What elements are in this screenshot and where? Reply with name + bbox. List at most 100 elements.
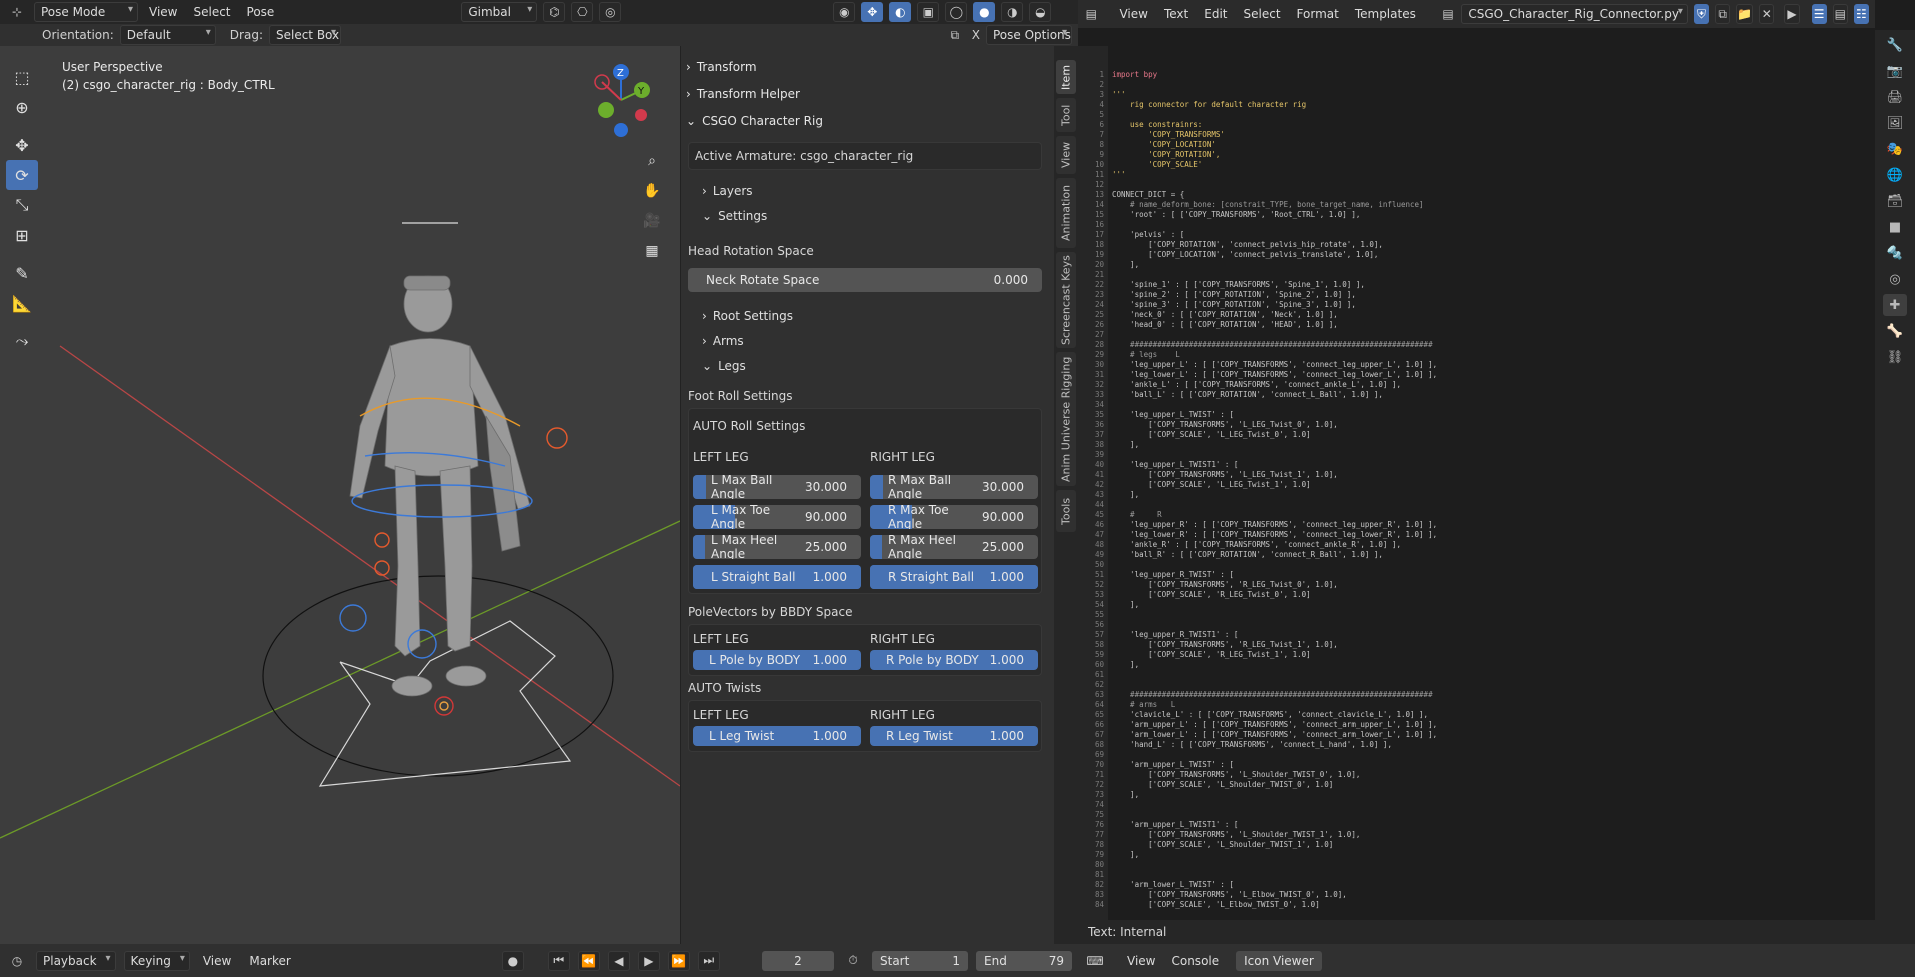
scale-tool-icon[interactable]: ⤡ [6,190,38,220]
fake-user-shield-icon[interactable]: ⛨ [1693,4,1710,24]
line-numbers-icon[interactable]: ☰ [1811,4,1827,24]
pose-options-dropdown[interactable]: Pose Options [986,25,1072,45]
timeline-menu-marker[interactable]: Marker [244,952,295,970]
armature-data-icon[interactable]: ✚ [1883,294,1907,316]
tab-item[interactable]: Item [1056,60,1076,94]
move-tool-icon[interactable]: ✥ [6,130,38,160]
run-script-icon[interactable]: ▶ [1784,4,1800,24]
subpanel-legs[interactable]: ⌄ Legs [702,355,746,377]
start-frame-field[interactable]: Start 1 [872,950,968,971]
bone-icon[interactable]: 🦴 [1883,320,1907,342]
navigation-gizmo[interactable]: Z Y [586,60,656,140]
mode-dropdown[interactable]: Pose Mode [34,2,138,22]
render-properties-icon[interactable]: 📷 [1883,60,1907,82]
camera-icon[interactable]: 🎥 [636,206,668,236]
te-menu-view[interactable]: View [1114,5,1152,23]
editor-type-icon[interactable]: ⊹ [6,2,28,22]
orientation-dropdown[interactable]: Default [119,25,216,45]
rotate-tool-icon[interactable]: ⟳ [6,160,38,190]
roll-right-slider[interactable]: R Max Ball Angle 30.000 [870,475,1038,499]
tab-view[interactable]: View [1056,136,1076,174]
rendered-shading-icon[interactable]: ◒ [1029,2,1052,22]
transform-tool-icon[interactable]: ⊞ [6,220,38,250]
end-frame-field[interactable]: End 79 [976,950,1072,971]
roll-right-slider[interactable]: R Max Heel Angle 25.000 [870,535,1038,559]
cursor-tool-icon[interactable]: ⊕ [6,92,38,122]
new-text-icon[interactable]: ⧉ [1715,4,1731,24]
text-editor-type-icon[interactable]: ▤ [1084,4,1098,24]
wireframe-shading-icon[interactable]: ◯ [945,2,968,22]
panel-transform[interactable]: › Transform [686,56,757,78]
overlay-icon[interactable]: ◐ [889,2,912,22]
x-mirror-toggle[interactable]: X [972,28,980,42]
neck-rotate-slider[interactable]: Neck Rotate Space 0.000 [688,268,1042,292]
te-menu-edit[interactable]: Edit [1199,5,1232,23]
grid-ortho-icon[interactable]: ▦ [636,236,668,266]
word-wrap-icon[interactable]: ▤ [1832,4,1848,24]
roll-right-slider[interactable]: R Straight Ball 1.000 [870,565,1038,589]
console-editor-type-icon[interactable]: ⌨ [1084,951,1106,971]
te-menu-text[interactable]: Text [1159,5,1193,23]
text-datablock-icon[interactable]: ▤ [1441,4,1455,24]
material-shading-icon[interactable]: ◑ [1001,2,1024,22]
jump-start-icon[interactable]: ⏮ [547,950,570,971]
jump-end-icon[interactable]: ⏭ [697,950,720,971]
stopwatch-icon[interactable]: ⏱ [842,951,864,971]
annotate-tool-icon[interactable]: ✎ [6,258,38,288]
tab-animation[interactable]: Animation [1056,178,1076,248]
zoom-icon[interactable]: ⌕ [636,146,668,176]
twist-right-slider[interactable]: R Leg Twist 1.000 [870,726,1038,746]
play-reverse-icon[interactable]: ◀ [607,950,630,971]
text-datablock-name[interactable]: CSGO_Character_Rig_Connector.py [1461,4,1688,24]
physics-icon[interactable]: ◎ [1883,268,1907,290]
te-menu-format[interactable]: Format [1292,5,1344,23]
transform-orientation-dropdown[interactable]: Gimbal [461,2,538,22]
visibility-icon[interactable]: ◉ [833,2,856,22]
roll-left-slider[interactable]: L Straight Ball 1.000 [693,565,861,589]
te-menu-select[interactable]: Select [1239,5,1286,23]
tab-anim-universe-rigging[interactable]: Anim Universe Rigging [1056,352,1076,486]
record-icon[interactable]: ● [501,950,524,971]
code-area[interactable]: 1 import bpy 2 3 ''' 4 rig connector for defa… [1078,46,1875,920]
snap-icon[interactable]: ⎔ [571,2,594,22]
3d-viewport[interactable]: User Perspective (2) csgo_character_rig … [0,46,680,944]
timeline-menu-view[interactable]: View [198,952,236,970]
next-keyframe-icon[interactable]: ⏩ [667,950,690,971]
icon-viewer-button[interactable]: Icon Viewer [1236,950,1322,971]
modifier-icon[interactable]: 🔩 [1883,242,1907,264]
playback-dropdown[interactable]: Playback [36,950,116,971]
pan-hand-icon[interactable]: ✋ [636,176,668,206]
roll-left-slider[interactable]: L Max Heel Angle 25.000 [693,535,861,559]
play-icon[interactable]: ▶ [637,950,660,971]
tool-properties-icon[interactable]: 🔧 [1883,34,1907,56]
console-menu-view[interactable]: View [1122,952,1160,970]
tab-tools[interactable]: Tools [1056,490,1076,532]
measure-tool-icon[interactable]: 📐 [6,288,38,318]
roll-left-slider[interactable]: L Max Ball Angle 30.000 [693,475,861,499]
syntax-highlight-icon[interactable]: ☷ [1853,4,1869,24]
drag-dropdown[interactable]: Select Box [268,25,341,45]
current-frame-field[interactable]: 2 [762,950,834,971]
open-folder-icon[interactable]: 📁 [1736,4,1754,24]
pole-left-slider[interactable]: L Pole by BODY 1.000 [693,650,861,670]
subpanel-root-settings[interactable]: › Root Settings [702,305,793,327]
panel-transform-helper[interactable]: › Transform Helper [686,83,800,105]
output-properties-icon[interactable]: 🖨 [1883,86,1907,108]
object-icon[interactable]: ■ [1883,216,1907,238]
select-box-tool-icon[interactable]: ⬚ [6,62,38,92]
mirror-icon[interactable]: ⧉ [944,25,966,45]
close-text-icon[interactable]: ✕ [1759,4,1775,24]
collection-icon[interactable]: 🗃 [1883,190,1907,212]
tab-screencast-keys[interactable]: Screencast Keys [1056,252,1076,348]
panel-rig[interactable]: ⌄ CSGO Character Rig [686,110,823,132]
prev-keyframe-icon[interactable]: ⏪ [577,950,600,971]
menu-view[interactable]: View [144,3,182,21]
bone-constraint-icon[interactable]: ⛓ [1883,346,1907,368]
view-layer-icon[interactable]: 🖼 [1883,112,1907,134]
twist-left-slider[interactable]: L Leg Twist 1.000 [693,726,861,746]
tab-tool[interactable]: Tool [1056,98,1076,132]
subpanel-arms[interactable]: › Arms [702,330,744,352]
scene-icon[interactable]: 🎭 [1883,138,1907,160]
roll-left-slider[interactable]: L Max Toe Angle 90.000 [693,505,861,529]
proportional-icon[interactable]: ◎ [599,2,622,22]
